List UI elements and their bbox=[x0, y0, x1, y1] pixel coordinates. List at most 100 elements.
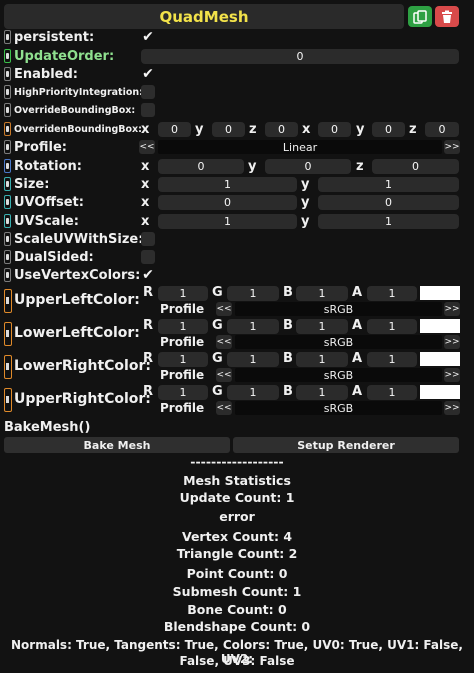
uv-offset-y-input[interactable]: 0 bbox=[318, 194, 459, 210]
field-ref-icon[interactable] bbox=[4, 30, 11, 44]
bbox-max-y-input[interactable]: 0 bbox=[372, 121, 405, 137]
channel-g-input[interactable]: 1 bbox=[227, 352, 279, 367]
bbox-min-x-input[interactable]: 0 bbox=[158, 121, 191, 137]
channel-g-label: G bbox=[212, 318, 223, 333]
field-ref-icon[interactable] bbox=[4, 159, 11, 173]
duplicate-button[interactable] bbox=[408, 6, 432, 27]
color-profile-prev-button[interactable]: << bbox=[216, 335, 232, 349]
color-profile-next-button[interactable]: >> bbox=[444, 302, 460, 316]
profile-prev-button[interactable]: << bbox=[139, 140, 155, 154]
field-ref-icon[interactable] bbox=[4, 355, 12, 379]
bbox-max-x-axis: x bbox=[302, 121, 311, 137]
field-ref-icon[interactable] bbox=[4, 49, 11, 63]
stats-divider: ------------------ bbox=[190, 454, 284, 469]
field-ref-icon[interactable] bbox=[4, 232, 11, 246]
channel-g-label: G bbox=[212, 351, 223, 366]
field-upper-left-color: UpperLeftColor: R 1 G 1 B 1 A 1 Profile … bbox=[0, 285, 474, 317]
field-ref-icon[interactable] bbox=[4, 195, 11, 209]
uv-scale-y-input[interactable]: 1 bbox=[318, 213, 459, 229]
channel-a-input[interactable]: 1 bbox=[367, 385, 417, 400]
color-profile-prev-button[interactable]: << bbox=[216, 401, 232, 415]
method-label: BakeMesh() bbox=[4, 419, 91, 435]
rotation-x-input[interactable]: 0 bbox=[158, 158, 244, 174]
field-ref-icon[interactable] bbox=[4, 85, 11, 99]
color-swatch[interactable] bbox=[420, 385, 460, 399]
stats-flags-line2: False, UV3: False bbox=[179, 654, 295, 668]
color-profile-next-button[interactable]: >> bbox=[444, 368, 460, 382]
field-dual-sided: DualSided: bbox=[0, 248, 474, 266]
bbox-min-z-input[interactable]: 0 bbox=[265, 121, 298, 137]
bbox-min-y-input[interactable]: 0 bbox=[212, 121, 245, 137]
scale-uv-with-size-checkbox[interactable] bbox=[141, 232, 155, 246]
color-profile-prev-button[interactable]: << bbox=[216, 302, 232, 316]
dual-sided-checkbox[interactable] bbox=[141, 250, 155, 264]
bbox-max-x-input[interactable]: 0 bbox=[318, 121, 351, 137]
channel-r-input[interactable]: 1 bbox=[158, 286, 208, 301]
bake-mesh-button[interactable]: Bake Mesh bbox=[4, 437, 230, 453]
channel-r-input[interactable]: 1 bbox=[158, 385, 208, 400]
channel-r-label: R bbox=[143, 384, 154, 399]
color-swatch[interactable] bbox=[420, 286, 460, 300]
channel-r-input[interactable]: 1 bbox=[158, 352, 208, 367]
field-rotation: Rotation: x 0 y 0 z 0 bbox=[0, 157, 474, 175]
channel-g-input[interactable]: 1 bbox=[227, 286, 279, 301]
rotation-z-input[interactable]: 0 bbox=[372, 158, 459, 174]
channel-b-label: B bbox=[283, 384, 293, 399]
override-bbox-label: OverrideBoundingBox: bbox=[14, 104, 136, 116]
color-profile-value: sRGB bbox=[235, 401, 442, 415]
field-ref-icon[interactable] bbox=[4, 289, 12, 313]
channel-b-input[interactable]: 1 bbox=[296, 286, 348, 301]
channel-a-input[interactable]: 1 bbox=[367, 352, 417, 367]
field-ref-icon[interactable] bbox=[4, 214, 11, 228]
persistent-label: persistent: bbox=[14, 29, 95, 45]
channel-b-input[interactable]: 1 bbox=[296, 352, 348, 367]
field-ref-icon[interactable] bbox=[4, 250, 11, 264]
enabled-checkbox[interactable]: ✔ bbox=[141, 67, 155, 81]
channel-b-input[interactable]: 1 bbox=[296, 319, 348, 334]
field-ref-icon[interactable] bbox=[4, 268, 11, 282]
color-profile-next-button[interactable]: >> bbox=[444, 335, 460, 349]
bbox-max-z-input[interactable]: 0 bbox=[425, 121, 459, 137]
field-override-bbox: OverrideBoundingBox: bbox=[0, 101, 474, 119]
size-x-input[interactable]: 1 bbox=[158, 176, 297, 192]
rotation-y-input[interactable]: 0 bbox=[265, 158, 351, 174]
profile-next-button[interactable]: >> bbox=[444, 140, 460, 154]
field-ref-icon[interactable] bbox=[4, 177, 11, 191]
high-priority-checkbox[interactable] bbox=[141, 85, 155, 99]
color-swatch[interactable] bbox=[420, 352, 460, 366]
channel-g-input[interactable]: 1 bbox=[227, 319, 279, 334]
persistent-checkbox[interactable]: ✔ bbox=[141, 30, 155, 44]
rotation-y-axis: y bbox=[248, 158, 257, 174]
setup-renderer-button[interactable]: Setup Renderer bbox=[233, 437, 459, 453]
field-persistent: persistent: ✔ bbox=[0, 28, 474, 46]
field-ref-icon[interactable] bbox=[4, 388, 12, 412]
channel-b-input[interactable]: 1 bbox=[296, 385, 348, 400]
rotation-x-axis: x bbox=[141, 158, 150, 174]
uv-offset-x-input[interactable]: 0 bbox=[158, 194, 297, 210]
channel-g-input[interactable]: 1 bbox=[227, 385, 279, 400]
field-ref-icon[interactable] bbox=[4, 140, 11, 154]
field-profile: Profile: << Linear >> bbox=[0, 138, 474, 156]
channel-a-input[interactable]: 1 bbox=[367, 319, 417, 334]
field-uv-offset: UVOffset: x 0 y 0 bbox=[0, 193, 474, 211]
color-profile-next-button[interactable]: >> bbox=[444, 401, 460, 415]
profile-value: Linear bbox=[158, 140, 442, 154]
uv-scale-x-input[interactable]: 1 bbox=[158, 213, 297, 229]
delete-button[interactable] bbox=[435, 6, 459, 27]
color-swatch[interactable] bbox=[420, 319, 460, 333]
field-ref-icon[interactable] bbox=[4, 67, 11, 81]
scale-uv-with-size-label: ScaleUVWithSize: bbox=[14, 231, 144, 247]
override-bbox-checkbox[interactable] bbox=[141, 103, 155, 117]
update-order-input[interactable]: 0 bbox=[141, 48, 459, 64]
field-ref-icon[interactable] bbox=[4, 122, 11, 136]
field-ref-icon[interactable] bbox=[4, 322, 12, 346]
channel-a-input[interactable]: 1 bbox=[367, 286, 417, 301]
field-enabled: Enabled: ✔ bbox=[0, 65, 474, 83]
stats-error: error bbox=[219, 509, 255, 524]
field-ref-icon[interactable] bbox=[4, 103, 11, 117]
color-profile-prev-button[interactable]: << bbox=[216, 368, 232, 382]
channel-r-input[interactable]: 1 bbox=[158, 319, 208, 334]
stats-submesh-count: Submesh Count: 1 bbox=[172, 584, 302, 599]
use-vertex-colors-checkbox[interactable]: ✔ bbox=[141, 268, 155, 282]
size-y-input[interactable]: 1 bbox=[318, 176, 459, 192]
